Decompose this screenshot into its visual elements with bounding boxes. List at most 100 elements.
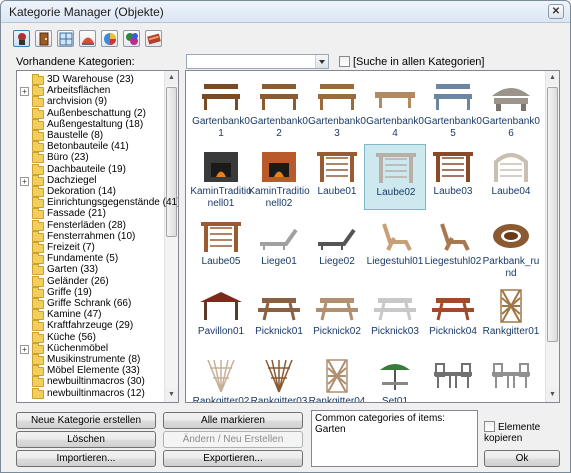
trellis-fan-icon xyxy=(265,359,293,393)
ok-button[interactable]: Ok xyxy=(484,450,560,467)
door-icon[interactable] xyxy=(35,30,52,47)
paint-icon[interactable] xyxy=(101,30,118,47)
object-label: Liegestuhl01 xyxy=(366,256,424,267)
object-item[interactable]: Picknick03 xyxy=(364,284,426,350)
category-tree[interactable]: ▲ ▼ 3D Warehouse (23) + Arbeitsflächen arch… xyxy=(16,70,179,403)
object-item[interactable]: Set01 xyxy=(364,354,426,402)
group-icon[interactable] xyxy=(123,30,140,47)
object-item[interactable] xyxy=(422,354,484,402)
object-item[interactable]: Gartenbank06 xyxy=(480,74,542,140)
object-item[interactable]: KaminTraditionell02 xyxy=(248,144,310,210)
object-label: KaminTraditionell02 xyxy=(248,186,310,209)
object-item[interactable]: Liege02 xyxy=(306,214,368,280)
object-item[interactable]: Gartenbank02 xyxy=(248,74,310,140)
change-create-button[interactable]: Ändern / Neu Erstellen xyxy=(163,431,303,448)
expand-icon[interactable]: + xyxy=(20,176,29,186)
lounger-icon xyxy=(260,228,298,250)
object-label: Liege01 xyxy=(261,256,297,267)
object-item[interactable]: Gartenbank01 xyxy=(190,74,252,140)
object-label: Gartenbank06 xyxy=(482,116,540,139)
tree-scrollbar[interactable]: ▲ ▼ xyxy=(164,71,178,402)
object-item[interactable]: Rankgitter03 xyxy=(248,354,310,402)
tree-item-label: Küche (56) xyxy=(47,331,96,343)
import-button[interactable]: Importieren... xyxy=(16,450,156,467)
object-label: KaminTraditionell01 xyxy=(190,186,252,209)
object-label: Picknick03 xyxy=(371,326,419,337)
object-item[interactable]: Pavillon01 xyxy=(190,284,252,350)
object-item[interactable]: Rankgitter01 xyxy=(480,284,542,350)
bench-icon xyxy=(318,84,356,110)
object-label: Gartenbank02 xyxy=(250,116,308,139)
folder-icon xyxy=(32,186,44,197)
tree-item-label: Betonbauteile (41) xyxy=(47,141,129,153)
export-button[interactable]: Exportieren... xyxy=(163,450,303,467)
roof-icon[interactable] xyxy=(79,30,96,47)
scroll-up-icon[interactable]: ▲ xyxy=(546,71,559,85)
deckchair-icon xyxy=(440,223,470,251)
copy-elements-checkbox[interactable]: Elemente kopieren xyxy=(484,421,570,444)
object-item[interactable] xyxy=(480,354,542,402)
expand-icon[interactable]: + xyxy=(20,87,29,97)
scroll-down-icon[interactable]: ▼ xyxy=(546,388,559,402)
object-item[interactable]: Picknick02 xyxy=(306,284,368,350)
object-item[interactable]: Picknick04 xyxy=(422,284,484,350)
tree-item-label: Dachbauteile (19) xyxy=(47,163,126,175)
window-icon[interactable] xyxy=(57,30,74,47)
close-button[interactable]: ✕ xyxy=(548,4,564,19)
tree-item-label: Fensterläden (28) xyxy=(47,219,126,231)
search-all-label: [Suche in allen Kategorien] xyxy=(353,56,485,68)
mark-all-button[interactable]: Alle markieren xyxy=(163,412,303,429)
object-item[interactable]: Rankgitter04 xyxy=(306,354,368,402)
delete-button[interactable]: Löschen xyxy=(16,431,156,448)
object-item[interactable]: Liege01 xyxy=(248,214,310,280)
expand-icon[interactable]: + xyxy=(20,344,29,354)
grid-scrollbar[interactable]: ▲ ▼ xyxy=(545,71,559,402)
bench-icon xyxy=(434,84,472,110)
scroll-thumb[interactable] xyxy=(166,87,177,237)
search-combo[interactable] xyxy=(186,54,329,69)
object-label: Gartenbank01 xyxy=(192,116,250,139)
object-item[interactable]: Laube05 xyxy=(190,214,252,280)
checkbox-box[interactable] xyxy=(339,56,350,67)
search-all-checkbox[interactable]: [Suche in allen Kategorien] xyxy=(339,56,484,68)
tree-item-label: Küchenmöbel xyxy=(47,342,109,354)
object-item[interactable]: Laube04 xyxy=(480,144,542,210)
stone-bench-icon xyxy=(492,88,530,111)
object-item[interactable]: Gartenbank05 xyxy=(422,74,484,140)
scroll-down-icon[interactable]: ▼ xyxy=(165,388,178,402)
tree-item-label: Griffe (19) xyxy=(47,286,92,298)
new-category-button[interactable]: Neue Kategorie erstellen xyxy=(16,412,156,429)
folder-icon xyxy=(32,152,44,164)
folder-icon xyxy=(32,174,44,186)
object-item[interactable]: KaminTraditionell01 xyxy=(190,144,252,210)
tree-item-label: Freizeit (7) xyxy=(47,242,95,253)
chevron-down-icon[interactable] xyxy=(315,55,328,68)
bench-icon xyxy=(202,84,240,110)
material-icon[interactable] xyxy=(145,30,162,47)
object-item[interactable]: Rankgitter02 xyxy=(190,354,252,402)
object-item[interactable]: Laube02 xyxy=(364,144,426,210)
object-item[interactable]: Gartenbank04 xyxy=(364,74,426,140)
object-item[interactable]: Liegestuhl02 xyxy=(422,214,484,280)
object-item[interactable]: Gartenbank03 xyxy=(306,74,368,140)
tree-item-label: Einrichtungsgegenstände (41) xyxy=(47,197,179,209)
object-label: Rankgitter01 xyxy=(482,326,540,337)
category-description: Common categories of items: Garten xyxy=(311,410,478,467)
trellis-icon xyxy=(500,289,522,323)
scroll-up-icon[interactable]: ▲ xyxy=(165,71,178,85)
object-item[interactable]: Parkbank_rund xyxy=(480,214,542,280)
tree-item-label: newbuiltinmacros (30) xyxy=(47,376,145,388)
trellis-icon xyxy=(326,359,348,393)
objects-icon[interactable] xyxy=(13,30,30,47)
object-item[interactable]: Laube03 xyxy=(422,144,484,210)
folder-icon xyxy=(32,219,44,231)
object-grid[interactable]: ▲ ▼ Gartenbank01 Gartenbank02 Gartenbank03… xyxy=(185,70,560,403)
object-item[interactable]: Laube01 xyxy=(306,144,368,210)
folder-icon xyxy=(32,331,44,343)
scroll-thumb[interactable] xyxy=(547,87,558,342)
object-item[interactable]: Picknick01 xyxy=(248,284,310,350)
object-item[interactable]: Liegestuhl01 xyxy=(364,214,426,280)
checkbox-box[interactable] xyxy=(484,421,495,432)
folder-icon xyxy=(32,230,44,242)
folder-icon xyxy=(32,286,44,298)
